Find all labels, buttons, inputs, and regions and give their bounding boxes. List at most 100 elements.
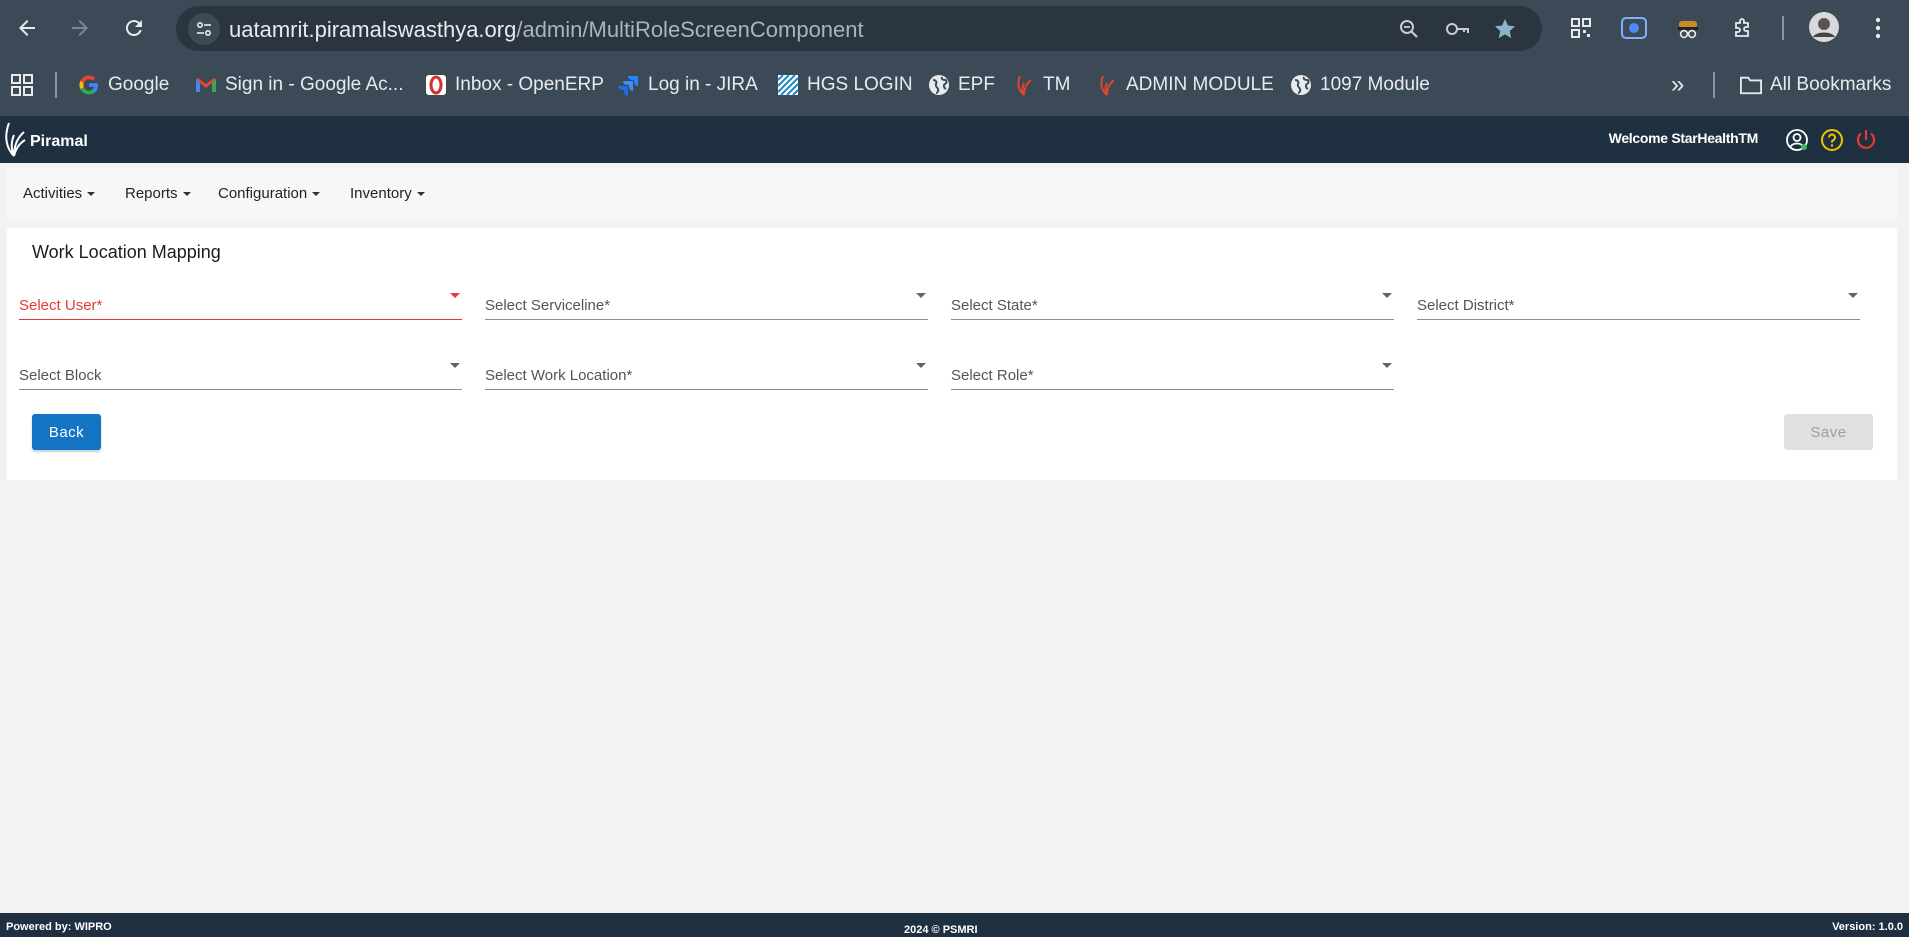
power-logout-icon[interactable] (1854, 128, 1878, 152)
folder-icon (1740, 74, 1762, 96)
caret-down-icon (312, 192, 321, 197)
menu-label: Activities (23, 185, 83, 202)
field-label: Select Block (19, 367, 102, 384)
work-location-mapping-card: Work Location Mapping Select User* Selec… (7, 228, 1897, 480)
bookmark-1097-module[interactable]: 1097 Module (1290, 70, 1430, 100)
key-icon[interactable] (1444, 16, 1470, 42)
field-label: Select State* (951, 297, 1038, 314)
hgs-icon (777, 74, 799, 96)
select-user-dropdown[interactable]: Select User* (19, 280, 462, 320)
field-label: Select Work Location* (485, 367, 633, 384)
gmail-icon (195, 74, 217, 96)
bookmark-label: 1097 Module (1320, 74, 1430, 95)
bookmark-label: Google (108, 74, 170, 95)
bookmarks-divider (55, 72, 57, 98)
bookmark-admin-module[interactable]: ADMIN MODULE (1096, 70, 1274, 100)
site-info-icon[interactable] (188, 13, 220, 45)
bookmark-label: ADMIN MODULE (1126, 74, 1274, 95)
piramal-logo[interactable]: Piramal (2, 120, 88, 158)
menu-reports[interactable]: Reports (125, 185, 191, 202)
profile-avatar[interactable] (1808, 11, 1840, 43)
logo-text: Piramal (30, 133, 88, 150)
openerp-icon (425, 74, 447, 96)
address-bar[interactable]: uatamrit.piramalswasthya.org/admin/Multi… (176, 6, 1542, 51)
globe-icon (928, 74, 950, 96)
powered-by-text: Powered by: WIPRO (6, 921, 112, 933)
bookmark-tm[interactable]: TM (1013, 70, 1070, 100)
bookmark-label: Log in - JIRA (648, 74, 758, 95)
caret-down-icon (416, 192, 425, 197)
dropdown-arrow-icon (450, 363, 460, 368)
field-label: Select Role* (951, 367, 1034, 384)
dropdown-arrow-icon (1848, 293, 1858, 298)
bookmark-jira[interactable]: Log in - JIRA (618, 70, 758, 100)
select-role-dropdown[interactable]: Select Role* (951, 350, 1394, 390)
extensions-puzzle-icon[interactable] (1727, 12, 1759, 44)
select-work-location-dropdown[interactable]: Select Work Location* (485, 350, 928, 390)
all-bookmarks-button[interactable]: All Bookmarks (1740, 70, 1891, 100)
field-label: Select Serviceline* (485, 297, 611, 314)
reload-icon[interactable] (116, 10, 152, 46)
url-path: /admin/MultiRoleScreenComponent (516, 17, 864, 42)
select-serviceline-dropdown[interactable]: Select Serviceline* (485, 280, 928, 320)
caret-down-icon (87, 192, 96, 197)
select-district-dropdown[interactable]: Select District* (1417, 280, 1860, 320)
incognito-extension-icon[interactable] (1672, 12, 1704, 44)
field-label: Select User* (19, 297, 103, 314)
select-state-dropdown[interactable]: Select State* (951, 280, 1394, 320)
screen-capture-extension-icon[interactable] (1618, 12, 1650, 44)
bookmark-label: Inbox - OpenERP (455, 74, 604, 95)
menu-inventory[interactable]: Inventory (350, 185, 425, 202)
bookmarks-bar: Google Sign in - Google Ac... Inbox - Op… (0, 56, 1909, 116)
bookmark-epf[interactable]: EPF (928, 70, 995, 100)
jira-icon (618, 74, 640, 96)
forward-arrow-icon[interactable] (62, 10, 98, 46)
field-label: Select District* (1417, 297, 1515, 314)
apps-grid-icon[interactable] (10, 70, 34, 100)
browser-menu-icon[interactable] (1862, 12, 1894, 44)
piramal-icon (1013, 74, 1035, 96)
app-footer: Powered by: WIPRO 2024 © PSMRI Version: … (0, 913, 1909, 937)
bookmark-google[interactable]: Google (78, 70, 169, 100)
qr-extension-icon[interactable] (1565, 12, 1597, 44)
menu-activities[interactable]: Activities (23, 185, 96, 202)
menu-label: Configuration (218, 185, 308, 202)
help-icon[interactable] (1820, 128, 1844, 152)
select-block-dropdown[interactable]: Select Block (19, 350, 462, 390)
dropdown-arrow-icon (1382, 293, 1392, 298)
menu-label: Reports (125, 185, 178, 202)
main-menu-bar: Activities Reports Configuration Invento… (7, 168, 1897, 219)
bookmark-gmail[interactable]: Sign in - Google Ac... (195, 70, 404, 100)
bookmarks-overflow-button[interactable]: » (1671, 70, 1684, 100)
bookmark-openerp[interactable]: Inbox - OpenERP (425, 70, 604, 100)
back-arrow-icon[interactable] (9, 10, 45, 46)
dropdown-arrow-icon (1382, 363, 1392, 368)
piramal-icon (1096, 74, 1118, 96)
bookmark-label: HGS LOGIN (807, 74, 913, 95)
globe-icon (1290, 74, 1312, 96)
bookmarks-divider (1713, 72, 1715, 98)
zoom-icon[interactable] (1396, 16, 1422, 42)
caret-down-icon (182, 192, 191, 197)
overflow-chevron-icon: » (1671, 71, 1685, 98)
dropdown-arrow-icon (916, 363, 926, 368)
bookmark-label: Sign in - Google Ac... (225, 74, 404, 95)
browser-toolbar: uatamrit.piramalswasthya.org/admin/Multi… (0, 0, 1909, 56)
url-text: uatamrit.piramalswasthya.org/admin/Multi… (229, 17, 864, 43)
star-icon[interactable] (1492, 16, 1518, 42)
page-title: Work Location Mapping (32, 242, 221, 262)
dropdown-arrow-icon (916, 293, 926, 298)
menu-configuration[interactable]: Configuration (218, 185, 321, 202)
bookmark-hgs-login[interactable]: HGS LOGIN (777, 70, 913, 100)
version-text: Version: 1.0.0 (1832, 921, 1903, 933)
welcome-text: Welcome StarHealthTM (1608, 130, 1759, 146)
piramal-logo-icon (5, 122, 26, 157)
menu-label: Inventory (350, 185, 412, 202)
bookmark-label: TM (1043, 74, 1071, 95)
all-bookmarks-label: All Bookmarks (1770, 74, 1892, 95)
app-header: Piramal Welcome StarHealthTM (0, 116, 1909, 163)
back-button[interactable]: Back (32, 414, 101, 450)
google-icon (78, 74, 100, 96)
save-button[interactable]: Save (1784, 414, 1873, 450)
user-profile-icon[interactable] (1785, 128, 1809, 152)
